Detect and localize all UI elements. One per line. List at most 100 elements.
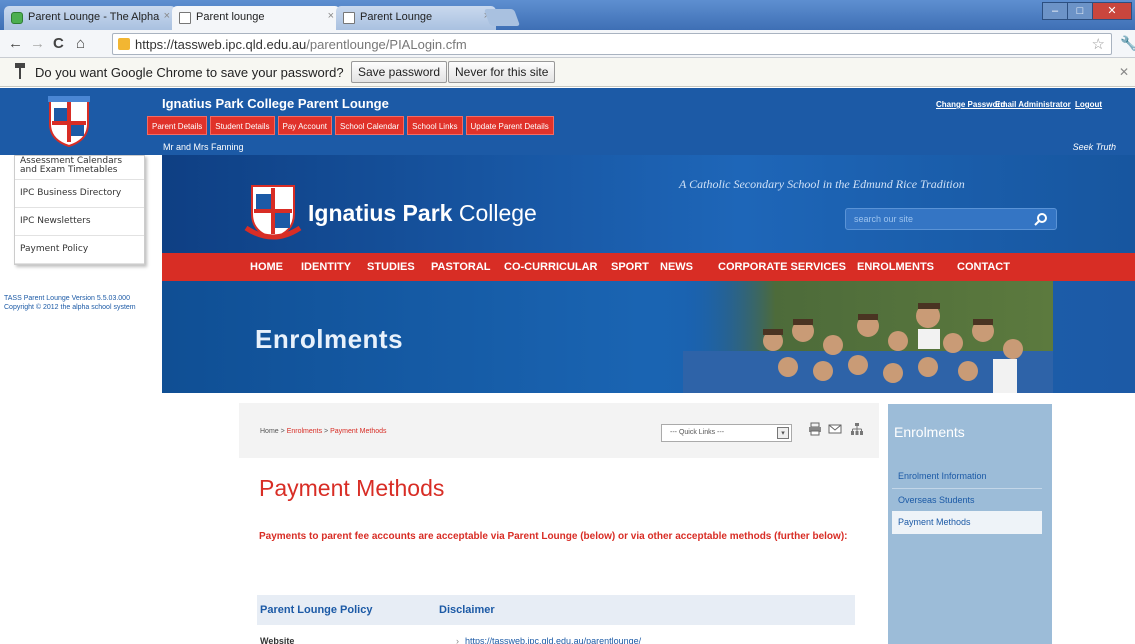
address-bar-row: ← → C ⌂ https://tassweb.ipc.qld.edu.au/p… <box>0 30 1135 58</box>
parent-lounge-header: Ignatius Park College Parent Lounge Pare… <box>0 88 1135 155</box>
forward-arrow-icon[interactable]: → <box>30 35 45 52</box>
parent-lounge-sidebar: Assessment Calendars and Exam Timetables… <box>0 155 162 435</box>
nav-enrolments[interactable]: ENROLMENTS <box>857 261 934 273</box>
minimize-button[interactable]: – <box>1042 2 1068 20</box>
site-name[interactable]: Ignatius Park College <box>308 200 537 227</box>
college-crest-logo[interactable] <box>244 180 302 242</box>
quick-links-select[interactable]: --- Quick Links --- ▾ <box>661 424 792 442</box>
tab-update-parent-details[interactable]: Update Parent Details <box>465 116 554 135</box>
page-icon <box>179 12 191 24</box>
main-content: Home > Enrolments > Payment Methods --- … <box>239 403 879 644</box>
nav-studies[interactable]: STUDIES <box>367 261 415 273</box>
home-icon[interactable]: ⌂ <box>76 35 85 52</box>
website-row-label: Website <box>260 636 295 644</box>
sidebar-item-payment-methods[interactable]: Payment Methods <box>892 511 1042 534</box>
website-link[interactable]: https://tassweb.ipc.qld.edu.au/parentlou… <box>456 636 641 644</box>
site-search-box[interactable]: search our site <box>845 208 1057 230</box>
page-icon <box>343 12 355 24</box>
nav-corporate-services[interactable]: CORPORATE SERVICES <box>718 261 846 273</box>
reload-icon[interactable]: C <box>53 35 64 52</box>
site-main-nav: HOME IDENTITY STUDIES PASTORAL CO-CURRIC… <box>148 253 1135 281</box>
wrench-icon[interactable]: 🔧 <box>1120 35 1135 52</box>
browser-tab-2[interactable]: Parent lounge × <box>172 6 340 30</box>
breadcrumb-current: Payment Methods <box>330 428 387 435</box>
url-input[interactable]: https://tassweb.ipc.qld.edu.au/parentlou… <box>112 33 1112 55</box>
new-tab-button[interactable] <box>483 9 521 26</box>
breadcrumb: Home > Enrolments > Payment Methods <box>260 428 387 435</box>
site-name-regular: College <box>452 200 537 226</box>
parent-lounge-tabs: Parent Details Student Details Pay Accou… <box>147 116 554 135</box>
breadcrumb-enrolments[interactable]: Enrolments <box>287 428 322 435</box>
back-arrow-icon[interactable]: ← <box>8 35 23 52</box>
logged-in-user: Mr and Mrs Fanning <box>163 142 244 152</box>
menu-item-newsletters[interactable]: IPC Newsletters <box>15 208 144 236</box>
menu-item-business-directory[interactable]: IPC Business Directory <box>15 180 144 208</box>
tab-school-calendar[interactable]: School Calendar <box>335 116 405 135</box>
nav-news[interactable]: NEWS <box>660 261 693 273</box>
sitemap-icon[interactable] <box>850 422 864 436</box>
policy-table-header: Parent Lounge Policy Disclaimer <box>257 595 855 625</box>
window-close-button[interactable]: ✕ <box>1092 2 1132 20</box>
search-icon[interactable] <box>1034 212 1048 226</box>
page-title: Payment Methods <box>259 475 445 501</box>
close-tab-icon[interactable]: × <box>164 10 170 22</box>
site-name-bold: Ignatius Park <box>308 200 453 226</box>
save-password-button[interactable]: Save password <box>351 61 448 83</box>
left-blank-area <box>0 433 100 644</box>
nav-pastoral[interactable]: PASTORAL <box>431 261 491 273</box>
students-photo <box>683 281 1053 393</box>
close-tab-icon[interactable]: × <box>328 10 334 22</box>
tab-parent-details[interactable]: Parent Details <box>147 116 208 135</box>
print-icon[interactable] <box>808 422 822 436</box>
browser-tab-1[interactable]: Parent Lounge - The Alpha × <box>4 6 176 30</box>
email-icon[interactable] <box>828 422 842 436</box>
url-host: https://tassweb.ipc.qld.edu.au <box>135 37 307 52</box>
enrolments-sidebar: Enrolments Enrolment Information Oversea… <box>888 404 1052 644</box>
browser-tab-bar: Parent Lounge - The Alpha × Parent loung… <box>0 0 1135 30</box>
quick-links-value: --- Quick Links --- <box>670 429 725 436</box>
sidebar-item-enrolment-information[interactable]: Enrolment Information <box>892 465 1042 488</box>
never-for-this-site-button[interactable]: Never for this site <box>448 61 556 83</box>
college-motto: Seek Truth <box>1072 142 1116 152</box>
nav-home[interactable]: HOME <box>250 261 283 273</box>
sidebar-title: Enrolments <box>894 424 965 440</box>
menu-item-assessment-calendars[interactable]: Assessment Calendars and Exam Timetables <box>15 156 144 180</box>
tab-title: Parent Lounge <box>360 11 433 23</box>
url-path: /parentlounge/PIALogin.cfm <box>306 37 467 52</box>
browser-tab-3[interactable]: Parent Lounge × <box>336 6 496 30</box>
password-prompt: Do you want Google Chrome to save your p… <box>35 65 344 80</box>
chevron-down-icon[interactable]: ▾ <box>777 427 789 439</box>
favicon-icon <box>11 12 23 24</box>
key-icon <box>15 63 25 79</box>
save-password-infobar: Do you want Google Chrome to save your p… <box>0 58 1135 87</box>
parent-lounge-title: Ignatius Park College Parent Lounge <box>162 96 389 111</box>
tab-title: Parent Lounge - The Alpha <box>28 11 160 23</box>
nav-contact[interactable]: CONTACT <box>957 261 1010 273</box>
search-input[interactable]: search our site <box>854 214 913 224</box>
email-administrator-link[interactable]: Email Administrator <box>995 100 1071 109</box>
menu-item-payment-policy[interactable]: Payment Policy <box>15 236 144 264</box>
nav-sport[interactable]: SPORT <box>611 261 649 273</box>
tass-version-info: TASS Parent Lounge Version 5.5.03.000 Co… <box>4 295 136 311</box>
logout-link[interactable]: Logout <box>1075 100 1102 109</box>
nav-co-curricular[interactable]: CO-CURRICULAR <box>504 261 598 273</box>
lock-icon <box>118 38 130 50</box>
tab-student-details[interactable]: Student Details <box>210 116 275 135</box>
parent-lounge-links-menu: Assessment Calendars and Exam Timetables… <box>14 155 145 265</box>
bookmark-star-icon[interactable]: ☆ <box>1092 35 1105 53</box>
maximize-button[interactable]: □ <box>1067 2 1093 20</box>
intro-text: Payments to parent fee accounts are acce… <box>259 531 848 542</box>
parent-lounge-policy-header[interactable]: Parent Lounge Policy <box>260 604 372 616</box>
breadcrumb-separator: > <box>324 428 329 435</box>
close-infobar-icon[interactable]: ✕ <box>1119 65 1129 79</box>
college-crest-logo <box>48 96 90 148</box>
nav-identity[interactable]: IDENTITY <box>301 261 351 273</box>
tab-school-links[interactable]: School Links <box>407 116 463 135</box>
hero-title: Enrolments <box>255 324 404 354</box>
tab-pay-account[interactable]: Pay Account <box>277 116 332 135</box>
breadcrumb-home[interactable]: Home <box>260 428 279 435</box>
sidebar-item-overseas-students[interactable]: Overseas Students <box>892 489 1042 512</box>
tab-title: Parent lounge <box>196 11 265 23</box>
disclaimer-header[interactable]: Disclaimer <box>439 604 495 616</box>
site-tagline: A Catholic Secondary School in the Edmun… <box>679 177 965 191</box>
